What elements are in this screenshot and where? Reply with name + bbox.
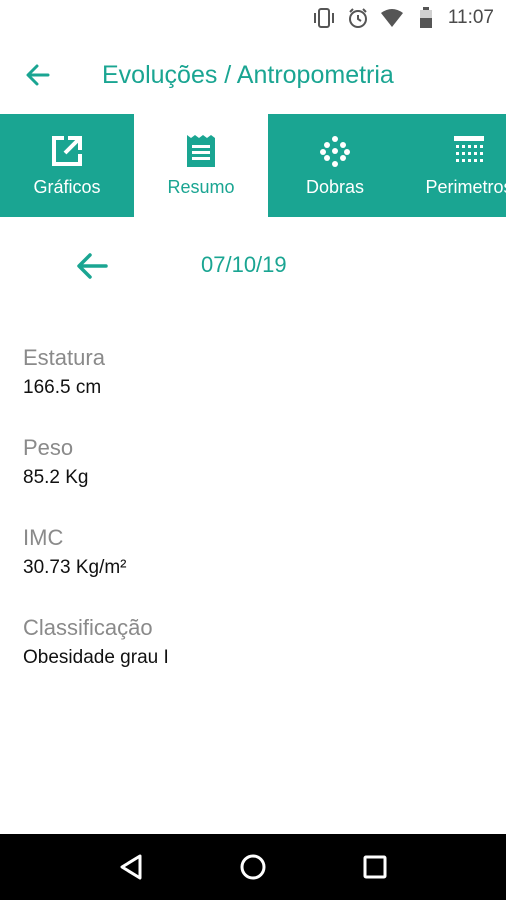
field-peso: Peso 85.2 Kg <box>23 434 483 492</box>
vibrate-icon <box>312 6 336 30</box>
field-label: Estatura <box>23 345 105 370</box>
circle-home-icon <box>240 854 266 880</box>
field-value: 85.2 Kg <box>23 467 89 488</box>
open-external-icon <box>49 133 85 169</box>
tab-resumo[interactable]: Resumo <box>134 114 268 217</box>
field-estatura: Estatura 166.5 cm <box>23 344 483 402</box>
alarm-icon <box>346 6 370 30</box>
system-nav-bar <box>0 834 506 900</box>
square-recents-icon <box>363 855 387 879</box>
summary-list-icon <box>183 133 219 169</box>
tab-label: Perimetros <box>425 177 506 197</box>
tab-perimetros[interactable]: Perimetros <box>402 114 506 217</box>
field-value: 30.73 Kg/m² <box>23 557 127 578</box>
current-date: 07/10/19 <box>201 252 287 277</box>
back-button[interactable] <box>18 55 58 95</box>
field-imc: IMC 30.73 Kg/m² <box>23 524 483 582</box>
status-bar: 11:07 <box>0 0 506 36</box>
nav-recents-button[interactable] <box>353 845 397 889</box>
nav-home-button[interactable] <box>231 845 275 889</box>
field-value: Obesidade grau I <box>23 647 169 668</box>
app-bar: Evoluções / Antropometria <box>0 36 506 114</box>
dots-icon <box>317 133 353 169</box>
tab-label: Dobras <box>305 177 365 197</box>
page-title: Evoluções / Antropometria <box>102 60 394 89</box>
grid-icon <box>451 133 487 169</box>
arrow-left-icon <box>77 253 108 279</box>
date-navigator: 07/10/19 <box>0 238 506 294</box>
tab-bar: Gráficos Resumo Dobras Perimetros <box>0 114 506 217</box>
tab-label: Gráficos <box>33 177 101 197</box>
arrow-left-icon <box>26 64 50 86</box>
wifi-icon <box>380 6 404 30</box>
field-label: Peso <box>23 435 74 460</box>
status-time: 11:07 <box>447 7 494 28</box>
tab-dobras[interactable]: Dobras <box>268 114 402 217</box>
field-classificacao: Classificação Obesidade grau I <box>23 614 483 672</box>
summary-list: Estatura 166.5 cm Peso 85.2 Kg IMC 30.73… <box>23 344 483 704</box>
field-value: 166.5 cm <box>23 377 102 398</box>
battery-icon <box>414 6 438 30</box>
triangle-back-icon <box>120 854 142 880</box>
field-label: IMC <box>23 525 64 550</box>
previous-date-button[interactable] <box>72 246 112 286</box>
tab-label: Resumo <box>167 177 235 197</box>
field-label: Classificação <box>23 615 153 640</box>
nav-back-button[interactable] <box>109 845 153 889</box>
tab-graficos[interactable]: Gráficos <box>0 114 134 217</box>
